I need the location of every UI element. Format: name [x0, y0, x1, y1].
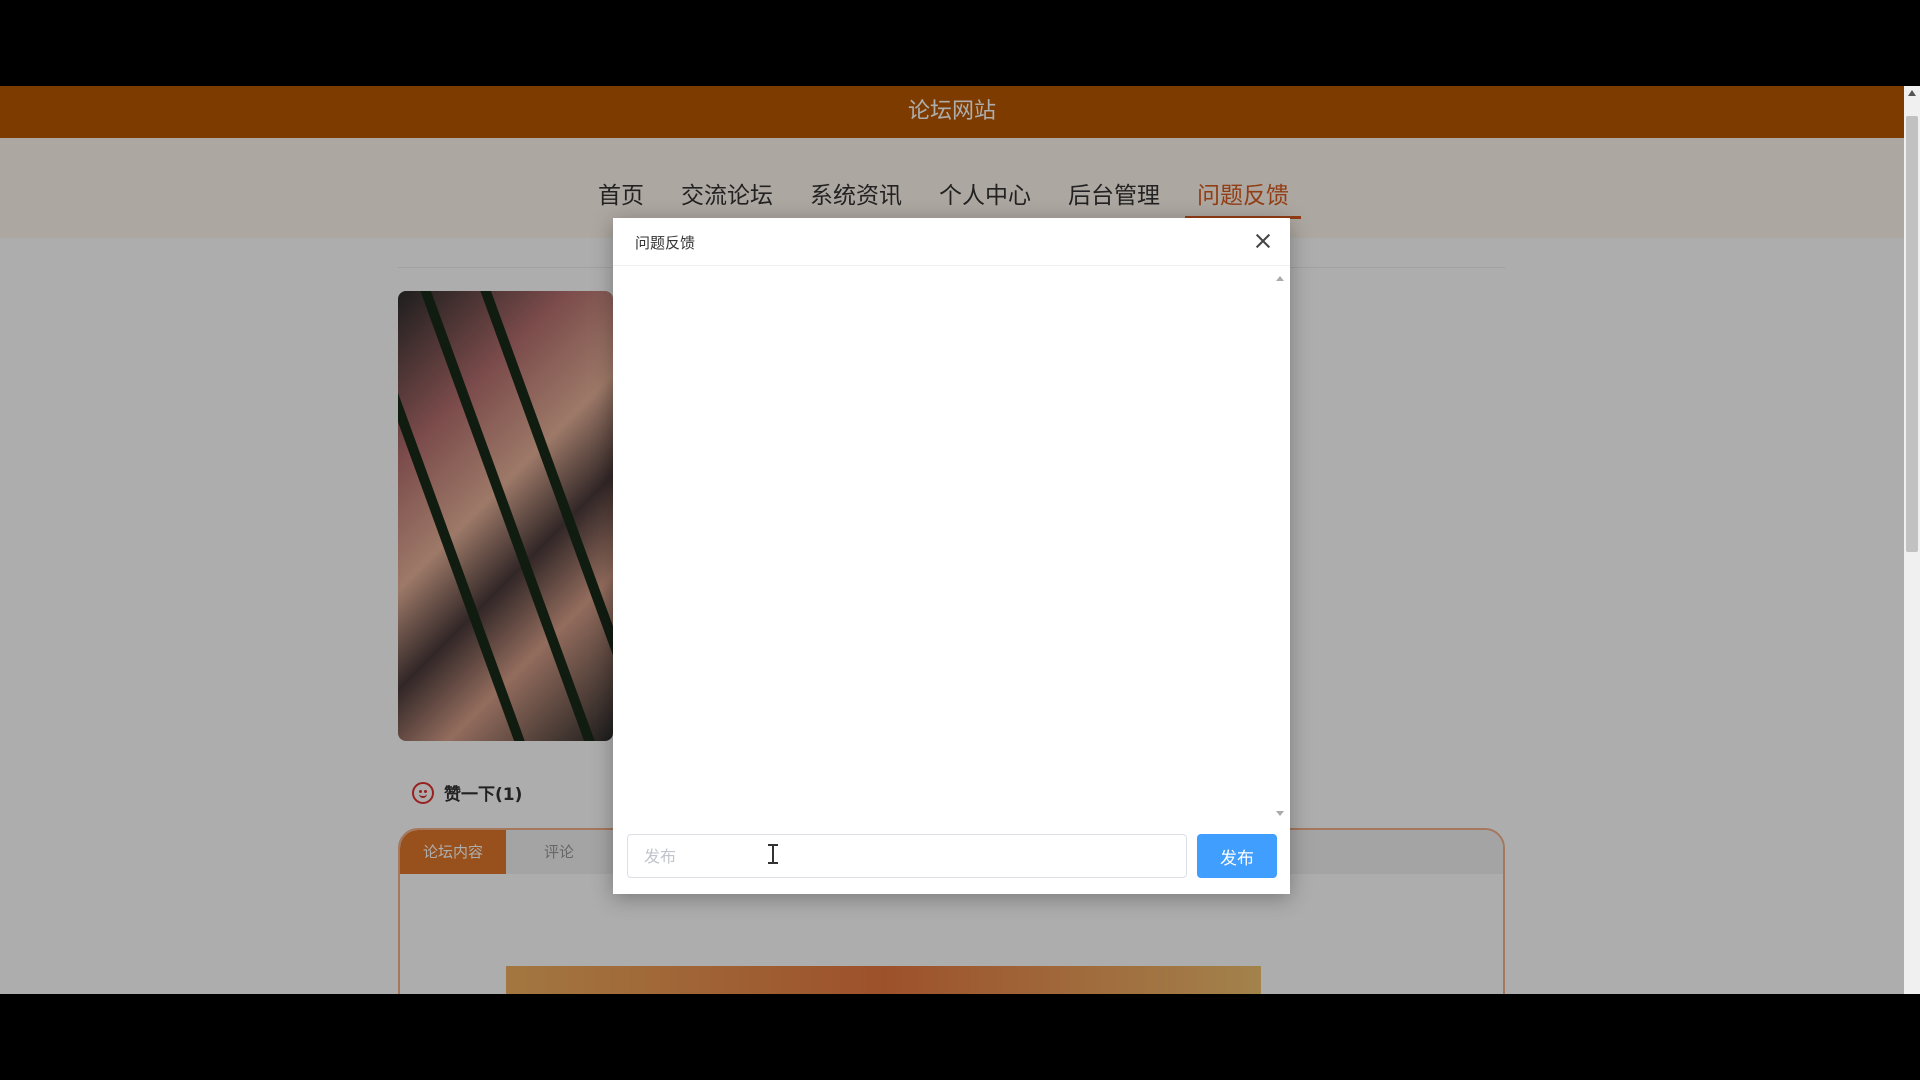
- scroll-up-arrow-icon[interactable]: [1908, 90, 1916, 96]
- modal-header: 问题反馈: [613, 218, 1290, 266]
- page-scrollbar[interactable]: [1904, 86, 1920, 994]
- feedback-message-area[interactable]: [613, 266, 1290, 824]
- modal-footer: 发布: [613, 824, 1290, 894]
- message-area-scrollbar[interactable]: [1274, 272, 1286, 820]
- scroll-down-arrow-icon[interactable]: [1276, 811, 1284, 816]
- modal-title: 问题反馈: [635, 234, 696, 252]
- letterbox-top: [0, 0, 1920, 86]
- close-icon[interactable]: [1254, 232, 1272, 250]
- scrollbar-thumb[interactable]: [1906, 116, 1918, 552]
- letterbox-bottom: [0, 994, 1920, 1080]
- scroll-up-arrow-icon[interactable]: [1276, 276, 1284, 281]
- browser-viewport: 论坛网站 首页 交流论坛 系统资讯 个人中心 后台管理 问题反馈 赞一下(1) …: [0, 86, 1920, 994]
- feedback-modal: 问题反馈 发布: [613, 218, 1290, 894]
- submit-button[interactable]: 发布: [1197, 834, 1277, 878]
- feedback-input[interactable]: [627, 834, 1187, 878]
- text-cursor-icon: [768, 844, 778, 864]
